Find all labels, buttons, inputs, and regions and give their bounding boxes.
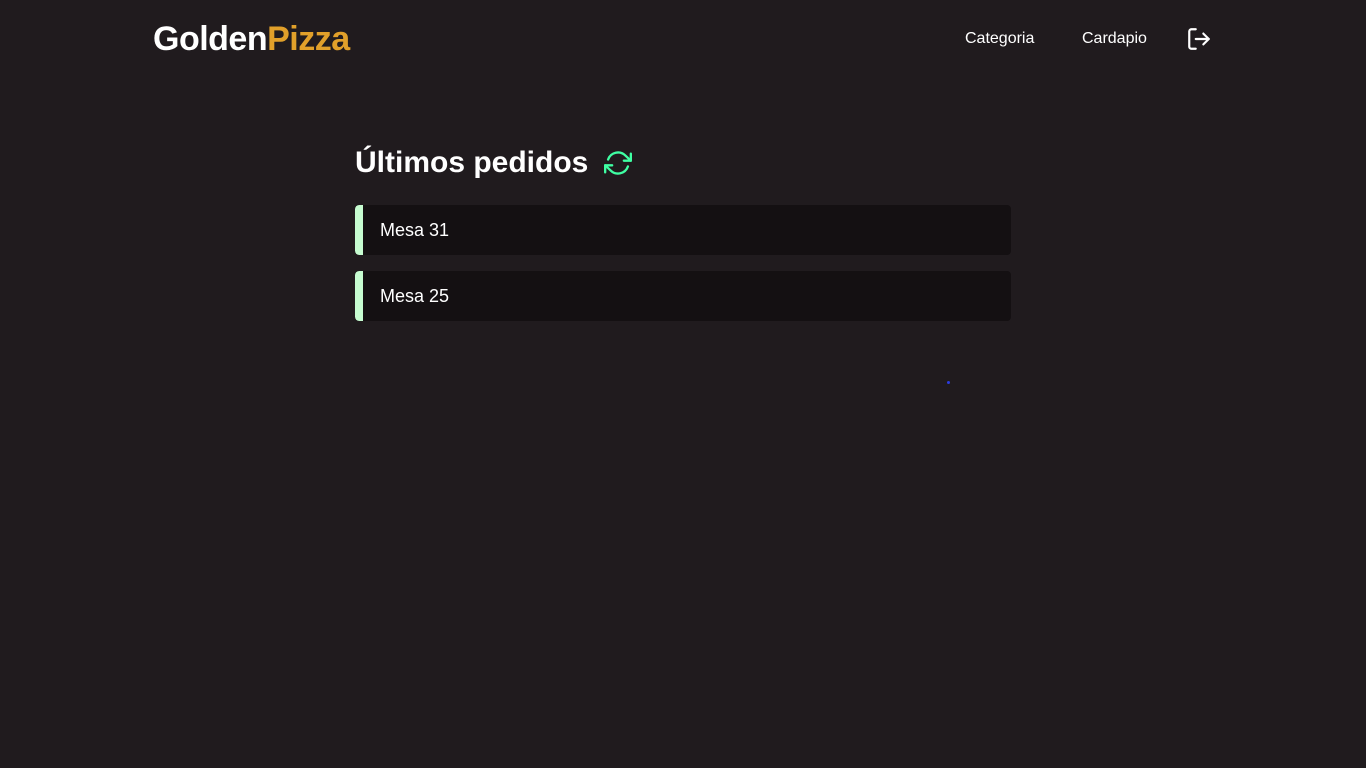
order-status-bar <box>355 271 363 321</box>
nav-link-categoria[interactable]: Categoria <box>965 29 1034 49</box>
order-list: Mesa 31 Mesa 25 <box>355 205 1011 321</box>
nav-link-cardapio[interactable]: Cardapio <box>1082 29 1147 49</box>
cursor-dot <box>947 381 950 384</box>
order-status-bar <box>355 205 363 255</box>
header: GoldenPizza Categoria Cardapio <box>0 0 1366 80</box>
logout-icon[interactable] <box>1186 26 1212 52</box>
order-label: Mesa 25 <box>380 286 450 306</box>
page-title: Últimos pedidos <box>355 146 589 179</box>
logo-golden: Golden <box>153 20 268 58</box>
logo-pizza: Pizza <box>267 20 350 58</box>
order-item[interactable]: Mesa 31 <box>355 205 1011 255</box>
order-item[interactable]: Mesa 25 <box>355 271 1011 321</box>
title-row: Últimos pedidos <box>355 140 1011 186</box>
refresh-icon[interactable] <box>604 149 633 177</box>
orders-section: Últimos pedidos Mesa 31 Mesa 25 <box>355 140 1011 337</box>
order-label: Mesa 31 <box>380 220 450 240</box>
logo[interactable]: GoldenPizza <box>153 19 350 59</box>
